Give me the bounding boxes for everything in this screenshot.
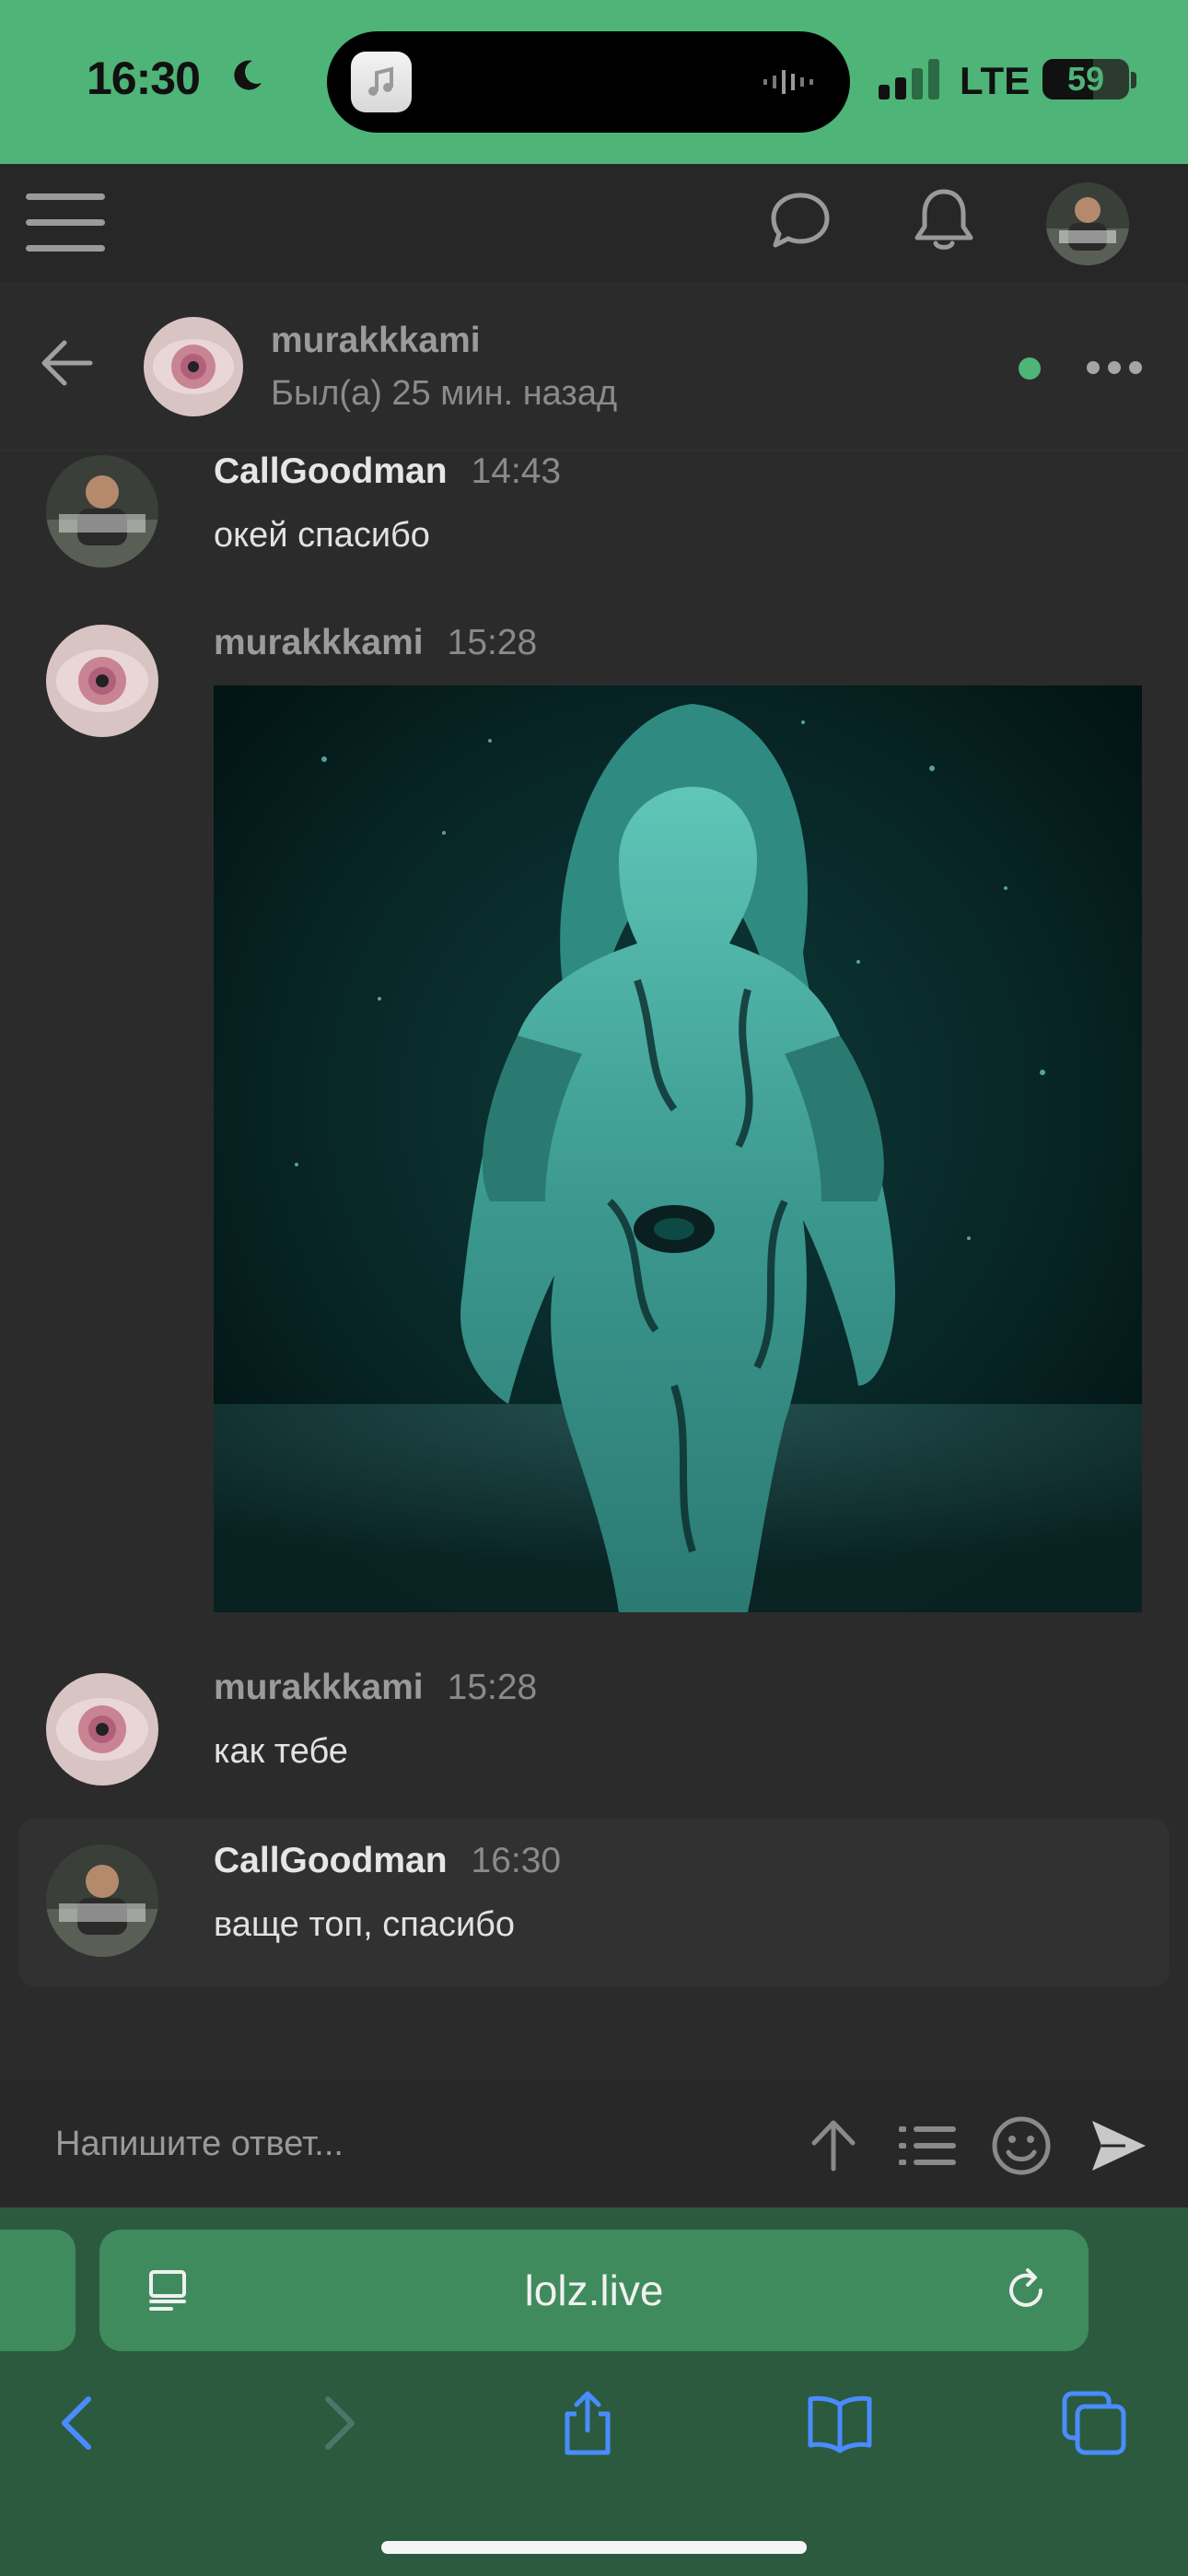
- avatar[interactable]: [46, 1844, 158, 1957]
- message-time: 15:28: [447, 623, 538, 662]
- status-time: 16:30: [87, 53, 201, 104]
- list-icon[interactable]: [897, 2115, 958, 2176]
- address-bar[interactable]: lolz.live: [99, 2230, 1089, 2351]
- message-author[interactable]: CallGoodman 14:43: [214, 451, 561, 492]
- bell-icon[interactable]: [912, 186, 976, 254]
- message-time: 14:43: [471, 451, 562, 491]
- audio-wave-icon: [763, 70, 813, 94]
- reply-input[interactable]: Напишите ответ...: [55, 2125, 344, 2164]
- battery-level: 59: [1066, 60, 1105, 98]
- avatar[interactable]: [46, 455, 158, 568]
- message-time: 16:30: [471, 1841, 562, 1880]
- forward-icon: [325, 2396, 355, 2450]
- avatar[interactable]: [46, 625, 158, 737]
- home-indicator[interactable]: [381, 2541, 807, 2554]
- back-icon[interactable]: [46, 2390, 112, 2456]
- smiley-icon[interactable]: [991, 2115, 1052, 2176]
- conversation-header: murakkkami Был(а) 25 мин. назад: [0, 282, 1188, 451]
- back-arrow-icon[interactable]: [37, 334, 96, 392]
- conversation-name[interactable]: murakkkami: [271, 321, 481, 361]
- author-name[interactable]: CallGoodman: [214, 1841, 448, 1880]
- network-label: LTE: [960, 59, 1031, 102]
- avatar[interactable]: [1046, 182, 1129, 265]
- share-icon[interactable]: [554, 2390, 621, 2456]
- upload-arrow-icon[interactable]: [803, 2115, 864, 2176]
- hamburger-icon[interactable]: [26, 186, 107, 260]
- avatar[interactable]: [144, 317, 243, 416]
- tabs-icon[interactable]: [1061, 2390, 1127, 2456]
- send-icon[interactable]: [1089, 2115, 1149, 2176]
- message-author[interactable]: murakkkami 15:28: [214, 1668, 537, 1708]
- browser-toolbar: lolz.live: [0, 2207, 1188, 2576]
- dynamic-island[interactable]: [327, 31, 850, 133]
- battery-icon: 59: [1042, 59, 1129, 100]
- message-author[interactable]: murakkkami 15:28: [214, 623, 537, 663]
- app-header: [0, 164, 1188, 282]
- message-highlight: [18, 1819, 1170, 1986]
- message-author[interactable]: CallGoodman 16:30: [214, 1841, 561, 1881]
- online-indicator: [1019, 357, 1041, 380]
- music-app-icon[interactable]: [351, 52, 412, 112]
- chat-bubble-icon[interactable]: [768, 188, 833, 252]
- avatar[interactable]: [46, 1673, 158, 1786]
- author-name[interactable]: murakkkami: [214, 1668, 424, 1707]
- url-text[interactable]: lolz.live: [99, 2230, 1089, 2351]
- battery-tip: [1131, 72, 1136, 88]
- moon-icon: [234, 60, 262, 90]
- last-seen-status: Был(а) 25 мин. назад: [271, 374, 618, 413]
- message-text: ваще топ, спасибо: [214, 1905, 516, 1944]
- message-time: 15:28: [447, 1668, 538, 1707]
- status-bar: 16:30 LTE 59: [0, 0, 1188, 164]
- author-name[interactable]: murakkkami: [214, 623, 424, 662]
- signal-icon: [879, 59, 939, 100]
- author-name[interactable]: CallGoodman: [214, 451, 448, 491]
- previous-tab-peek[interactable]: [0, 2230, 76, 2351]
- message-text: окей спасибо: [214, 516, 430, 555]
- more-options-icon[interactable]: [1085, 356, 1144, 381]
- reply-bar: Напишите ответ...: [0, 2080, 1188, 2209]
- message-text: как тебе: [214, 1732, 348, 1771]
- message-image[interactable]: [214, 685, 1142, 1612]
- bookmarks-icon[interactable]: [807, 2390, 873, 2456]
- reload-icon[interactable]: [1002, 2266, 1050, 2314]
